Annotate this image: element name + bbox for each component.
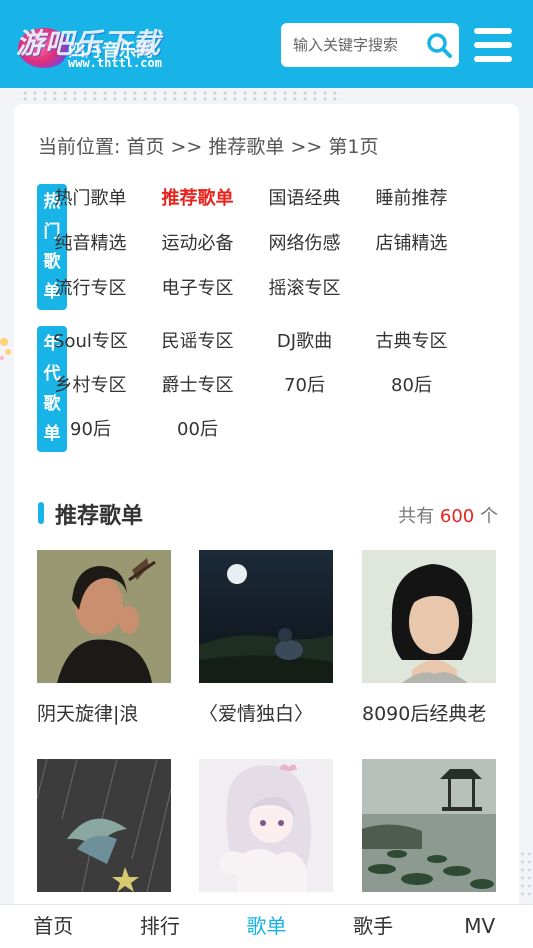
playlist-title[interactable]: 阴天旋律|浪: [37, 699, 171, 726]
playlist-cover-short-hair-woman[interactable]: [362, 550, 496, 683]
breadcrumb: 当前位置: 首页 >> 推荐歌单 >> 第1页: [38, 132, 378, 159]
playlist-cover-lake-pavilion[interactable]: [362, 759, 496, 892]
playlist-card[interactable]: [37, 759, 171, 908]
count-prefix: 共有: [398, 506, 435, 527]
section-count: 共有 600 个: [398, 502, 498, 528]
category-link[interactable]: 乡村专区: [37, 371, 144, 397]
category-link[interactable]: 纯音精选: [37, 229, 144, 255]
category-link[interactable]: 网络伤感: [251, 229, 358, 255]
tab-0[interactable]: 首页: [0, 905, 107, 948]
tab-3[interactable]: 歌手: [320, 905, 427, 948]
menu-button[interactable]: [472, 26, 514, 64]
category-link[interactable]: Soul专区: [37, 327, 144, 353]
playlist-cover-night-moon[interactable]: [199, 550, 333, 683]
top-header: 四月音乐网 www.thttl.com 游吧乐下载: [0, 0, 533, 88]
search-box: [281, 23, 459, 67]
decorative-flower: [0, 330, 14, 370]
category-link[interactable]: 运动必备: [144, 229, 251, 255]
count-number: 600: [439, 506, 475, 527]
tab-4[interactable]: MV: [426, 905, 533, 948]
section-title: 推荐歌单: [55, 504, 144, 529]
search-button[interactable]: [423, 29, 455, 61]
category-link[interactable]: 流行专区: [37, 274, 144, 300]
section-header: 推荐歌单 共有 600 个: [38, 498, 498, 529]
category-link[interactable]: 民谣专区: [144, 327, 251, 353]
section-accent-bar: [38, 502, 44, 524]
breadcrumb-category-link[interactable]: 推荐歌单: [208, 136, 284, 158]
category-link[interactable]: 店铺精选: [358, 229, 465, 255]
category-link[interactable]: 80后: [358, 371, 465, 397]
breadcrumb-separator: >>: [290, 136, 323, 158]
breadcrumb-page: 第1页: [328, 136, 379, 158]
playlist-cover-woman-with-feather[interactable]: [37, 550, 171, 683]
count-suffix: 个: [480, 506, 498, 527]
playlist-cover-anime-girl[interactable]: [199, 759, 333, 892]
search-icon: [427, 33, 452, 58]
category-link[interactable]: 推荐歌单: [144, 184, 251, 210]
site-logo[interactable]: 四月音乐网 www.thttl.com 游吧乐下载: [12, 12, 192, 76]
category-link[interactable]: 摇滚专区: [251, 274, 358, 300]
playlist-card[interactable]: 8090后经典老: [362, 550, 496, 726]
decorative-dots-right: [519, 850, 533, 900]
category-link[interactable]: 90后: [37, 415, 144, 441]
playlist-title[interactable]: 8090后经典老: [362, 699, 496, 726]
category-link[interactable]: 国语经典: [251, 184, 358, 210]
tab-1[interactable]: 排行: [107, 905, 214, 948]
playlist-cover-umbrella-rain[interactable]: [37, 759, 171, 892]
playlist-card[interactable]: 〈爱情独白〉: [199, 550, 333, 726]
playlist-card[interactable]: [362, 759, 496, 908]
playlist-title[interactable]: 〈爱情独白〉: [199, 699, 333, 726]
bottom-tab-bar: 首页 排行 歌单 歌手 MV: [0, 904, 533, 948]
playlist-card[interactable]: [199, 759, 333, 908]
category-link[interactable]: 00后: [144, 415, 251, 441]
menu-icon-bar: [474, 42, 512, 48]
search-input[interactable]: [281, 23, 419, 67]
tab-2[interactable]: 歌单: [213, 905, 320, 948]
category-link[interactable]: 古典专区: [358, 327, 465, 353]
logo-watermark: 游吧乐下载: [16, 27, 162, 60]
playlist-card[interactable]: 阴天旋律|浪: [37, 550, 171, 726]
category-link[interactable]: 70后: [251, 371, 358, 397]
menu-icon-bar: [474, 28, 512, 34]
category-link[interactable]: DJ歌曲: [251, 327, 358, 353]
breadcrumb-home-link[interactable]: 首页: [126, 136, 164, 158]
breadcrumb-separator: >>: [170, 136, 203, 158]
category-link[interactable]: 热门歌单: [37, 184, 144, 210]
category-link[interactable]: 电子专区: [144, 274, 251, 300]
category-link[interactable]: 睡前推荐: [358, 184, 465, 210]
menu-icon-bar: [474, 56, 512, 62]
breadcrumb-prefix: 当前位置:: [38, 136, 121, 158]
decorative-dots: [20, 90, 340, 102]
main-card: 当前位置: 首页 >> 推荐歌单 >> 第1页 热门歌单 热门歌单 推荐歌单 国语经…: [14, 104, 519, 924]
category-link[interactable]: 爵士专区: [144, 371, 251, 397]
